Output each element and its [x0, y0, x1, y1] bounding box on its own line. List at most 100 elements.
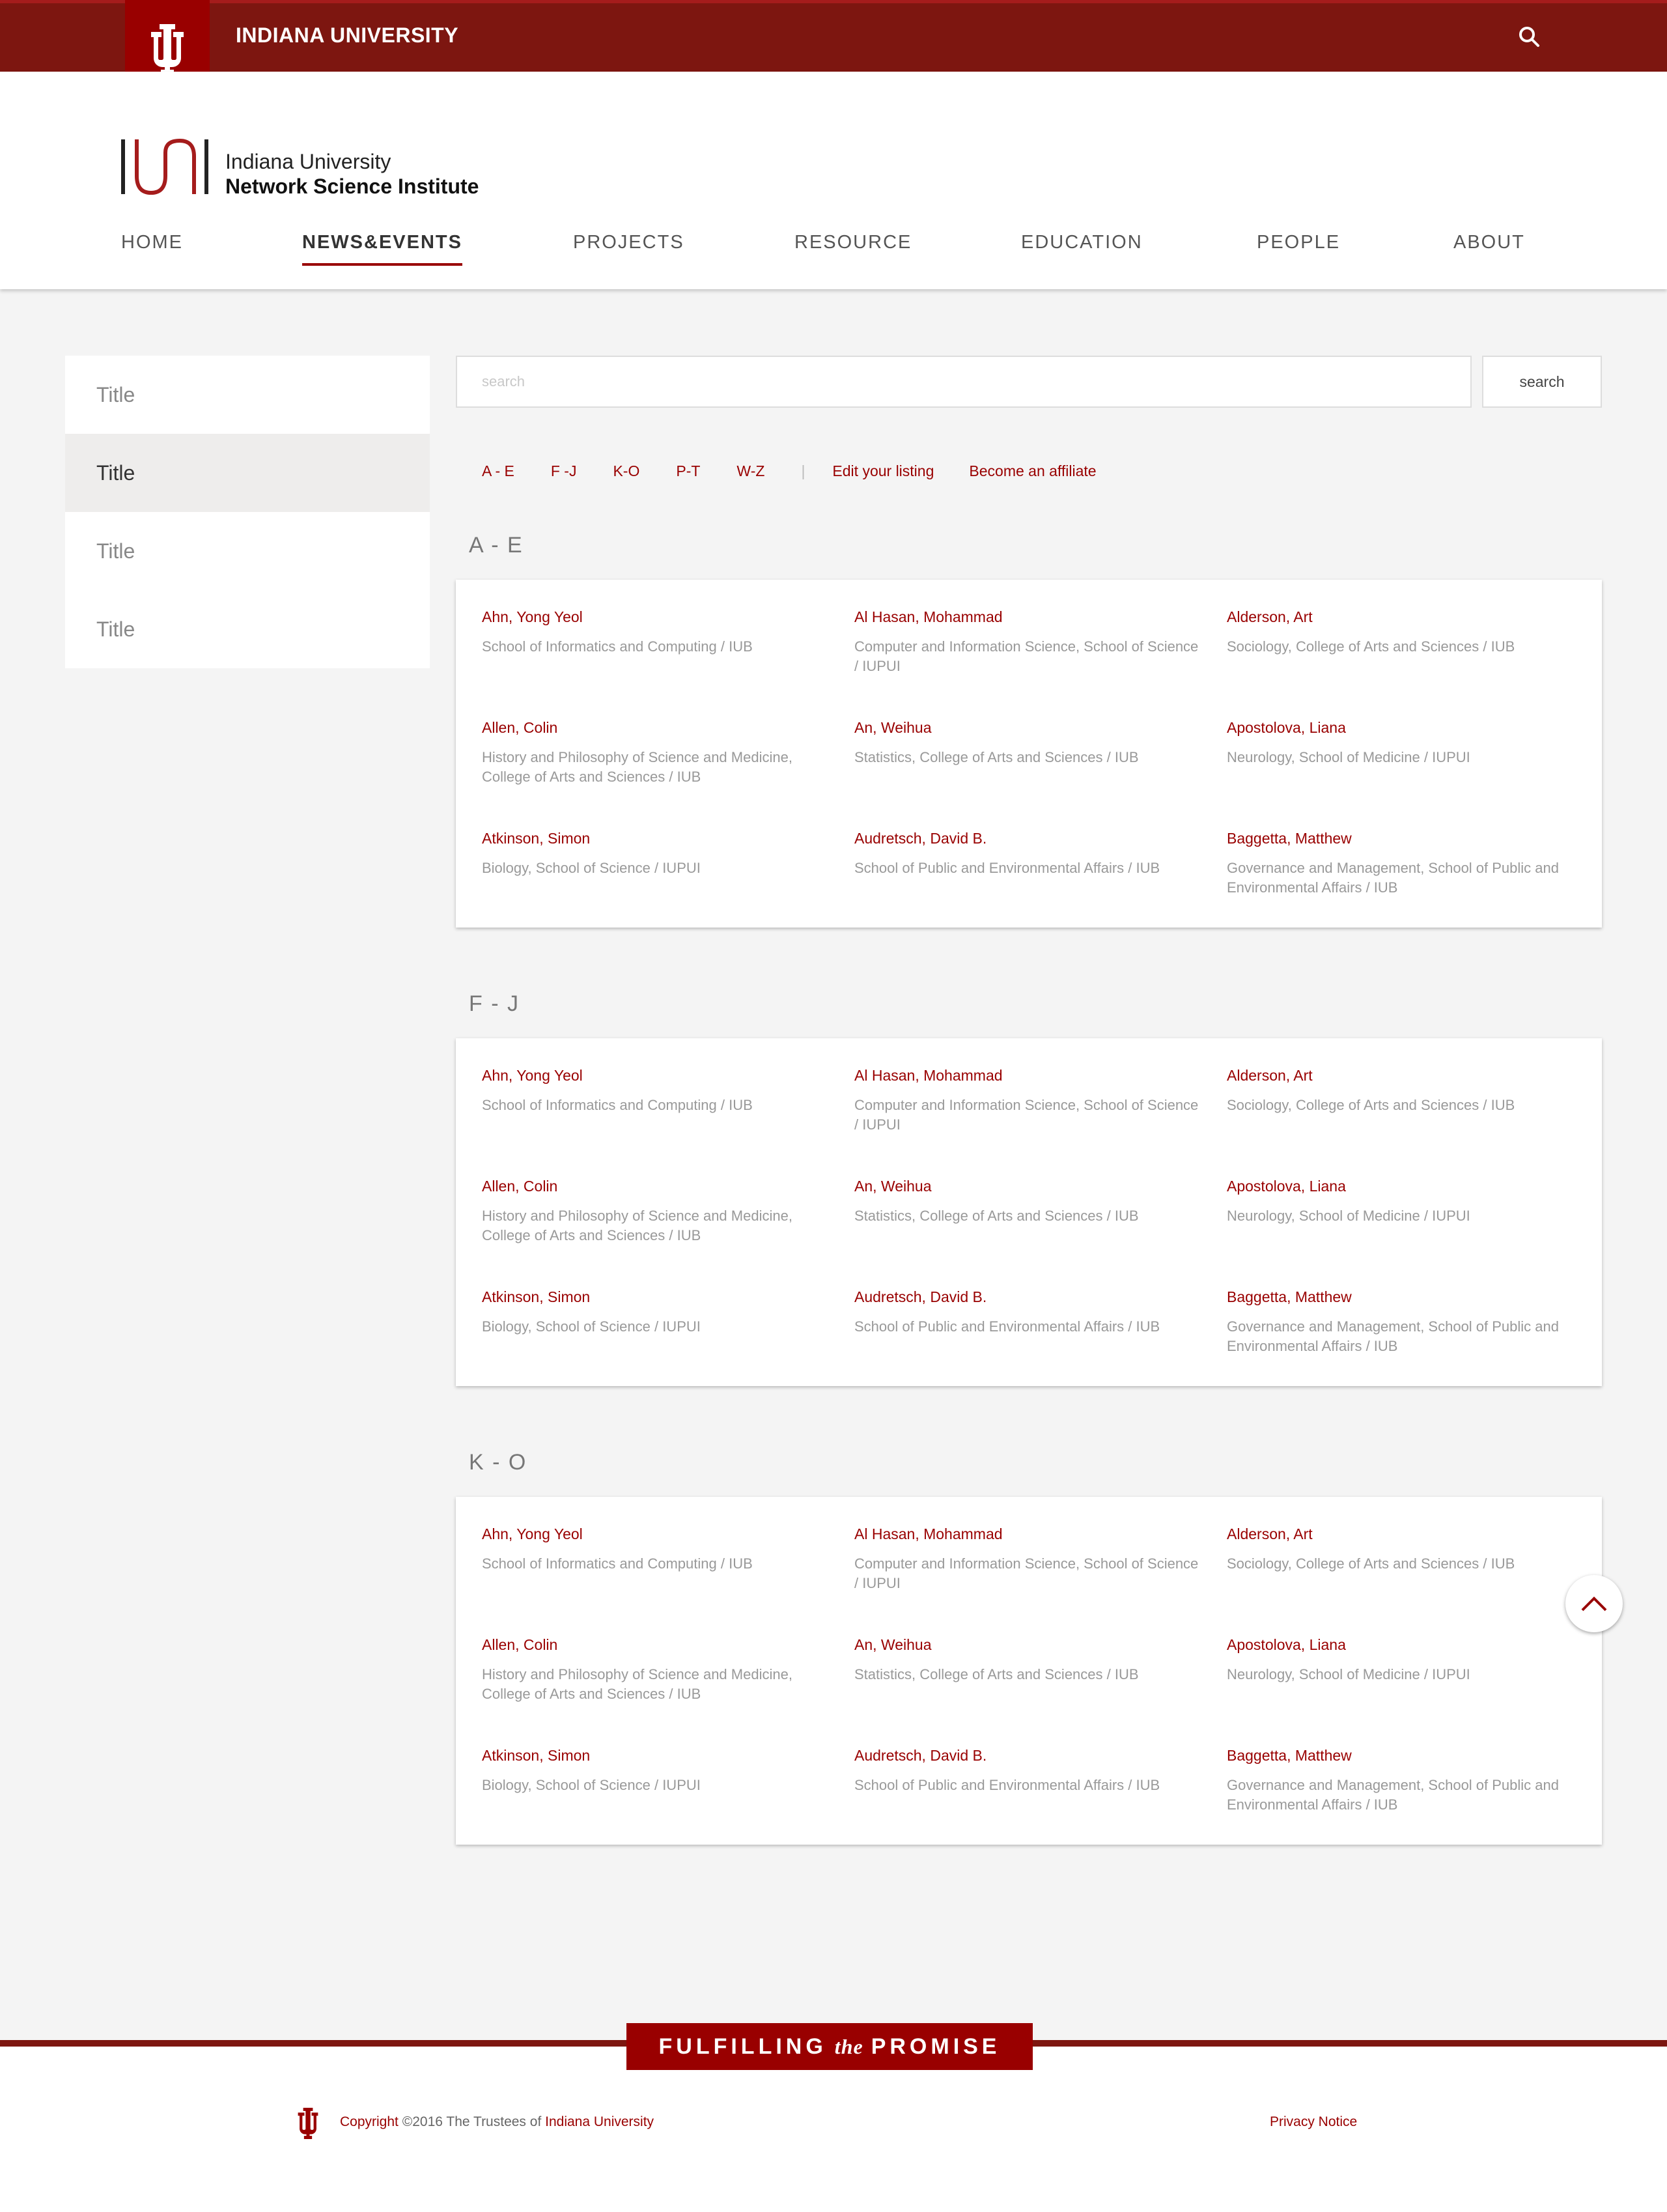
- person-name-link[interactable]: Apostolova, Liana: [1227, 1175, 1572, 1197]
- person-name-link[interactable]: An, Weihua: [854, 716, 1199, 739]
- person-entry: Ahn, Yong Yeol School of Informatics and …: [482, 1523, 827, 1574]
- nav-projects[interactable]: PROJECTS: [573, 232, 684, 258]
- person-affiliation: Governance and Management, School of Pub…: [1227, 1318, 1559, 1354]
- person-name-link[interactable]: Baggetta, Matthew: [1227, 1286, 1572, 1308]
- person-entry: Atkinson, Simon Biology, School of Scienc…: [482, 1744, 827, 1795]
- person-entry: An, Weihua Statistics, College of Arts an…: [854, 1175, 1199, 1226]
- person-affiliation: Sociology, College of Arts and Sciences …: [1227, 638, 1515, 655]
- copyright-label[interactable]: Copyright: [340, 2114, 399, 2129]
- person-name-link[interactable]: Ahn, Yong Yeol: [482, 1523, 827, 1545]
- search-icon[interactable]: [1517, 25, 1541, 48]
- footer: [0, 2047, 1667, 2212]
- person-entry: Alderson, Art Sociology, College of Arts …: [1227, 1523, 1572, 1574]
- filter-f-j[interactable]: F -J: [551, 462, 577, 480]
- person-affiliation: Neurology, School of Medicine / IUPUI: [1227, 749, 1470, 765]
- person-name-link[interactable]: Allen, Colin: [482, 716, 827, 739]
- person-name-link[interactable]: Alderson, Art: [1227, 1523, 1572, 1545]
- person-name-link[interactable]: Alderson, Art: [1227, 1064, 1572, 1086]
- nav-news-events[interactable]: NEWS&EVENTS: [302, 232, 462, 266]
- directory-card: Ahn, Yong Yeol School of Informatics and …: [456, 580, 1602, 928]
- sidebar-item[interactable]: Title: [65, 512, 430, 590]
- person-entry: An, Weihua Statistics, College of Arts an…: [854, 1634, 1199, 1684]
- indiana-university-link[interactable]: Indiana University: [545, 2114, 654, 2129]
- person-name-link[interactable]: An, Weihua: [854, 1175, 1199, 1197]
- person-affiliation: Neurology, School of Medicine / IUPUI: [1227, 1666, 1470, 1682]
- filter-separator: |: [801, 462, 805, 479]
- person-name-link[interactable]: Apostolova, Liana: [1227, 1634, 1572, 1656]
- person-name-link[interactable]: Atkinson, Simon: [482, 1286, 827, 1308]
- sidebar-item-active[interactable]: Title: [65, 434, 430, 512]
- person-entry: Ahn, Yong Yeol School of Informatics and …: [482, 1064, 827, 1115]
- fulfilling-the-promise-banner: FULFILLING the PROMISE: [626, 2023, 1033, 2070]
- person-name-link[interactable]: Audretsch, David B.: [854, 1744, 1199, 1766]
- person-name-link[interactable]: Ahn, Yong Yeol: [482, 1064, 827, 1086]
- person-entry: Audretsch, David B. School of Public and …: [854, 1744, 1199, 1795]
- person-affiliation: School of Informatics and Computing / IU…: [482, 638, 753, 655]
- person-affiliation: History and Philosophy of Science and Me…: [482, 749, 792, 785]
- person-affiliation: History and Philosophy of Science and Me…: [482, 1208, 792, 1243]
- person-name-link[interactable]: Allen, Colin: [482, 1634, 827, 1656]
- nav-home[interactable]: HOME: [121, 232, 183, 258]
- promise-word-2: the: [834, 2034, 863, 2058]
- person-affiliation: Computer and Information Science, School…: [854, 638, 1199, 674]
- person-affiliation: Sociology, College of Arts and Sciences …: [1227, 1097, 1515, 1113]
- person-affiliation: Biology, School of Science / IUPUI: [482, 1318, 701, 1335]
- filter-a-e[interactable]: A - E: [482, 462, 514, 480]
- search-input[interactable]: [456, 356, 1472, 408]
- footer-trident-icon[interactable]: [296, 2108, 320, 2139]
- person-entry: Al Hasan, Mohammad Computer and Informati…: [854, 606, 1199, 676]
- back-to-top-button[interactable]: [1565, 1575, 1623, 1632]
- person-name-link[interactable]: Al Hasan, Mohammad: [854, 1064, 1199, 1086]
- filter-w-z[interactable]: W-Z: [736, 462, 764, 480]
- nav-about[interactable]: ABOUT: [1453, 232, 1525, 258]
- person-name-link[interactable]: Al Hasan, Mohammad: [854, 606, 1199, 628]
- person-name-link[interactable]: An, Weihua: [854, 1634, 1199, 1656]
- section-title: F - J: [469, 991, 520, 1016]
- person-name-link[interactable]: Atkinson, Simon: [482, 1744, 827, 1766]
- nav-education[interactable]: EDUCATION: [1021, 232, 1143, 258]
- site-header: Indiana University Network Science Insti…: [0, 72, 1667, 289]
- person-name-link[interactable]: Audretsch, David B.: [854, 1286, 1199, 1308]
- person-entry: Atkinson, Simon Biology, School of Scienc…: [482, 1286, 827, 1337]
- person-entry: Baggetta, Matthew Governance and Manageme…: [1227, 1286, 1572, 1356]
- directory-card: Ahn, Yong Yeol School of Informatics and …: [456, 1038, 1602, 1386]
- person-name-link[interactable]: Alderson, Art: [1227, 606, 1572, 628]
- person-name-link[interactable]: Ahn, Yong Yeol: [482, 606, 827, 628]
- person-affiliation: School of Public and Environmental Affai…: [854, 1318, 1160, 1335]
- privacy-notice-link[interactable]: Privacy Notice: [1270, 2114, 1357, 2130]
- person-entry: Audretsch, David B. School of Public and …: [854, 1286, 1199, 1337]
- become-affiliate-link[interactable]: Become an affiliate: [969, 462, 1096, 480]
- person-name-link[interactable]: Apostolova, Liana: [1227, 716, 1572, 739]
- sidebar: Title Title Title Title: [65, 356, 430, 668]
- sidebar-item[interactable]: Title: [65, 590, 430, 668]
- filter-k-o[interactable]: K-O: [613, 462, 639, 480]
- person-entry: Alderson, Art Sociology, College of Arts …: [1227, 606, 1572, 657]
- person-name-link[interactable]: Allen, Colin: [482, 1175, 827, 1197]
- person-name-link[interactable]: Atkinson, Simon: [482, 827, 827, 849]
- nav-people[interactable]: PEOPLE: [1257, 232, 1340, 258]
- person-affiliation: History and Philosophy of Science and Me…: [482, 1666, 792, 1702]
- sidebar-item[interactable]: Title: [65, 356, 430, 434]
- nav-resource[interactable]: RESOURCE: [794, 232, 912, 258]
- nsi-logo-mark[interactable]: [120, 137, 211, 197]
- person-affiliation: Sociology, College of Arts and Sciences …: [1227, 1555, 1515, 1572]
- university-name[interactable]: INDIANA UNIVERSITY: [236, 23, 458, 48]
- edit-listing-link[interactable]: Edit your listing: [832, 462, 934, 480]
- search-button[interactable]: search: [1482, 356, 1602, 408]
- person-name-link[interactable]: Audretsch, David B.: [854, 827, 1199, 849]
- person-affiliation: Computer and Information Science, School…: [854, 1555, 1199, 1591]
- person-affiliation: Statistics, College of Arts and Sciences…: [854, 1208, 1139, 1224]
- person-entry: Atkinson, Simon Biology, School of Scienc…: [482, 827, 827, 878]
- person-entry: Baggetta, Matthew Governance and Manageme…: [1227, 1744, 1572, 1815]
- section-title: A - E: [469, 533, 524, 558]
- person-name-link[interactable]: Baggetta, Matthew: [1227, 1744, 1572, 1766]
- person-name-link[interactable]: Baggetta, Matthew: [1227, 827, 1572, 849]
- person-entry: Allen, Colin History and Philosophy of Sc…: [482, 1175, 827, 1245]
- filter-p-t[interactable]: P-T: [676, 462, 700, 480]
- person-affiliation: School of Public and Environmental Affai…: [854, 1777, 1160, 1793]
- person-name-link[interactable]: Al Hasan, Mohammad: [854, 1523, 1199, 1545]
- person-affiliation: Neurology, School of Medicine / IUPUI: [1227, 1208, 1470, 1224]
- person-entry: Baggetta, Matthew Governance and Manageme…: [1227, 827, 1572, 898]
- person-entry: Apostolova, Liana Neurology, School of Me…: [1227, 1634, 1572, 1684]
- person-entry: Apostolova, Liana Neurology, School of Me…: [1227, 716, 1572, 767]
